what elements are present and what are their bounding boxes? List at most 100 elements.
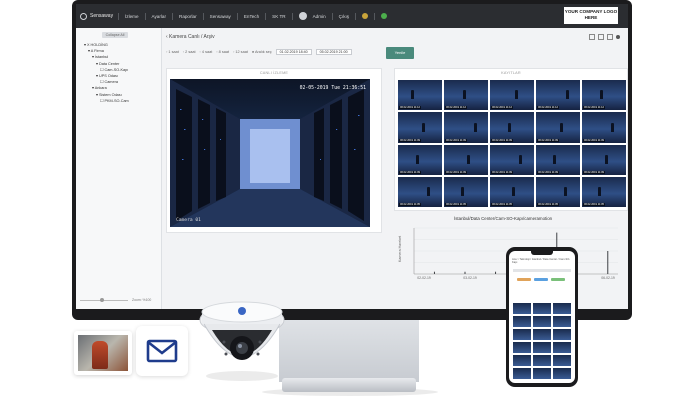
person-figure [611, 122, 615, 132]
zoom-slider-handle[interactable] [100, 298, 104, 302]
recording-thumbnail[interactable]: 06.02.2019 11:09 [536, 112, 580, 143]
recording-thumbnail[interactable]: 06.02.2019 11:09 [398, 144, 442, 175]
filter-8h[interactable]: ◦ 8 saat [216, 50, 229, 54]
collapse-all-button[interactable]: Collapse All [102, 32, 128, 38]
tree-node[interactable]: ☐ PKM-SO-Cam [84, 98, 129, 104]
mail-icon [146, 339, 178, 363]
mobile-recording-thumbnail[interactable] [513, 341, 532, 354]
nav-item-izleme[interactable]: İzleme [125, 14, 139, 19]
filter-custom-range[interactable]: ● Aralık seç [252, 50, 272, 54]
mobile-recording-thumbnail[interactable] [532, 328, 552, 341]
recording-thumbnail[interactable]: 06.02.2019 11:05 [536, 176, 580, 207]
mobile-recording-thumbnail[interactable] [532, 341, 552, 354]
zoom-control: Zoom: %100 [80, 298, 158, 303]
notification-icon[interactable] [362, 13, 369, 19]
recording-timestamp: 06.02.2019 11:09 [399, 138, 421, 142]
mobile-recordings-grid [513, 303, 571, 379]
zoom-slider-track[interactable] [80, 300, 128, 301]
person-figure [415, 154, 419, 164]
mobile-recording-thumbnail[interactable] [552, 315, 571, 328]
mobile-filter-bar[interactable] [513, 269, 571, 272]
mobile-tab[interactable] [551, 278, 565, 281]
sidebar: Collapse All ▾ X HOLDİNG ▾ A Firma ▾ İst… [76, 28, 162, 309]
date-from-input[interactable]: 01.02.2019 18:40 [275, 49, 312, 55]
filter-12h[interactable]: ◦ 12 saat [233, 50, 248, 54]
nav-item-sensaway[interactable]: Sensaway [210, 14, 231, 19]
person-figure [514, 90, 518, 100]
recording-thumbnail[interactable]: 06.02.2019 11:09 [490, 112, 534, 143]
recording-thumbnail[interactable]: 06.02.2019 11:12 [582, 80, 626, 111]
mobile-recording-thumbnail[interactable] [513, 315, 532, 328]
nav-item-logout[interactable]: Çıkış [339, 14, 349, 19]
recording-timestamp: 06.02.2019 11:05 [399, 203, 421, 206]
single-view-icon[interactable] [589, 34, 595, 40]
grid-view-icon[interactable] [598, 34, 604, 40]
recording-thumbnail[interactable]: 06.02.2019 11:09 [398, 112, 442, 143]
chart-x-tick: 06-02-19 [601, 276, 615, 280]
recording-thumbnail[interactable]: 06.02.2019 11:12 [398, 80, 442, 111]
stage: Sensaway İzleme Ayarlar Raporlar Sensawa… [0, 0, 700, 408]
recording-thumbnail[interactable]: 06.02.2019 11:12 [490, 80, 534, 111]
mobile-recording-thumbnail[interactable] [513, 303, 532, 315]
mobile-recording-thumbnail[interactable] [513, 328, 532, 341]
nav-item-entech[interactable]: EnTech [244, 14, 259, 19]
mobile-tab[interactable] [517, 278, 531, 281]
nav-divider [118, 12, 119, 20]
user-avatar[interactable] [298, 12, 307, 20]
recording-thumbnail[interactable]: 06.02.2019 11:09 [490, 144, 534, 175]
nav-item-admin[interactable]: Admin [313, 14, 326, 19]
person-figure [467, 154, 471, 164]
monitor-stand-base [282, 378, 416, 392]
brand-label: Sensaway [90, 13, 114, 19]
recording-timestamp: 06.02.2019 11:09 [491, 138, 513, 142]
nav-divider [144, 12, 146, 20]
mobile-recording-thumbnail[interactable] [532, 367, 552, 379]
recording-thumbnail[interactable]: 06.02.2019 11:09 [582, 112, 626, 143]
status-icon[interactable] [381, 13, 388, 19]
recording-thumbnail[interactable]: 06.02.2019 11:12 [536, 80, 580, 111]
mobile-recording-thumbnail[interactable] [532, 303, 552, 315]
filter-2h[interactable]: ◦ 2 saat [183, 50, 196, 54]
refresh-button[interactable]: Yenile [386, 47, 414, 59]
person-figure [460, 187, 464, 197]
mobile-recording-thumbnail[interactable] [552, 367, 571, 379]
filter-1h[interactable]: ◦ 1 saat [166, 50, 179, 54]
recording-thumbnail[interactable]: 06.02.2019 11:05 [582, 176, 626, 207]
filter-4h[interactable]: ◦ 4 saat [200, 50, 213, 54]
nav-item-ayarlar[interactable]: Ayarlar [152, 14, 166, 19]
person-figure [411, 90, 415, 100]
recording-thumbnail[interactable]: 06.02.2019 11:05 [490, 176, 534, 207]
recording-thumbnail[interactable]: 06.02.2019 11:09 [582, 144, 626, 175]
mobile-recording-thumbnail[interactable] [552, 341, 571, 354]
mobile-recording-thumbnail[interactable] [552, 328, 571, 341]
mobile-recording-thumbnail[interactable] [552, 303, 571, 315]
person-figure [426, 187, 430, 197]
recording-thumbnail[interactable]: 06.02.2019 11:09 [444, 112, 488, 143]
recording-thumbnail[interactable]: 06.02.2019 11:05 [444, 176, 488, 207]
recording-timestamp: 06.02.2019 11:09 [445, 170, 467, 174]
recording-thumbnail[interactable]: 06.02.2019 11:05 [398, 176, 442, 207]
person-figure [473, 122, 477, 132]
mobile-tabs [517, 278, 565, 281]
person-figure [92, 341, 108, 369]
mobile-recording-thumbnail[interactable] [513, 367, 532, 379]
recordings-grid: 06.02.2019 11:12 06.02.2019 11:12 06.02.20… [398, 80, 626, 207]
live-timestamp: 02-05-2019 Tue 21:36:51 [299, 86, 366, 91]
mobile-recording-thumbnail[interactable] [552, 354, 571, 367]
list-view-icon[interactable] [607, 34, 613, 40]
mobile-tab[interactable] [534, 278, 548, 281]
mobile-recording-thumbnail[interactable] [532, 354, 552, 367]
brand[interactable]: Sensaway [76, 12, 118, 20]
mobile-recording-thumbnail[interactable] [532, 315, 552, 328]
person-figure [598, 187, 602, 197]
recording-thumbnail[interactable]: 06.02.2019 11:09 [536, 144, 580, 175]
live-camera-feed[interactable]: 02-05-2019 Tue 21:36:51 Camera 01 [170, 79, 370, 227]
more-icon[interactable] [616, 35, 620, 39]
nav-item-language[interactable]: SK TR [272, 14, 285, 19]
date-to-input[interactable]: 05.02.2019 21:00 [315, 49, 352, 55]
recording-thumbnail[interactable]: 06.02.2019 11:12 [444, 80, 488, 111]
nav-item-raporlar[interactable]: Raporlar [179, 14, 197, 19]
mobile-recording-thumbnail[interactable] [513, 354, 532, 367]
page-title[interactable]: ‹ Kamera Canlı / Arşiv [166, 34, 215, 40]
recording-thumbnail[interactable]: 06.02.2019 11:09 [444, 144, 488, 175]
